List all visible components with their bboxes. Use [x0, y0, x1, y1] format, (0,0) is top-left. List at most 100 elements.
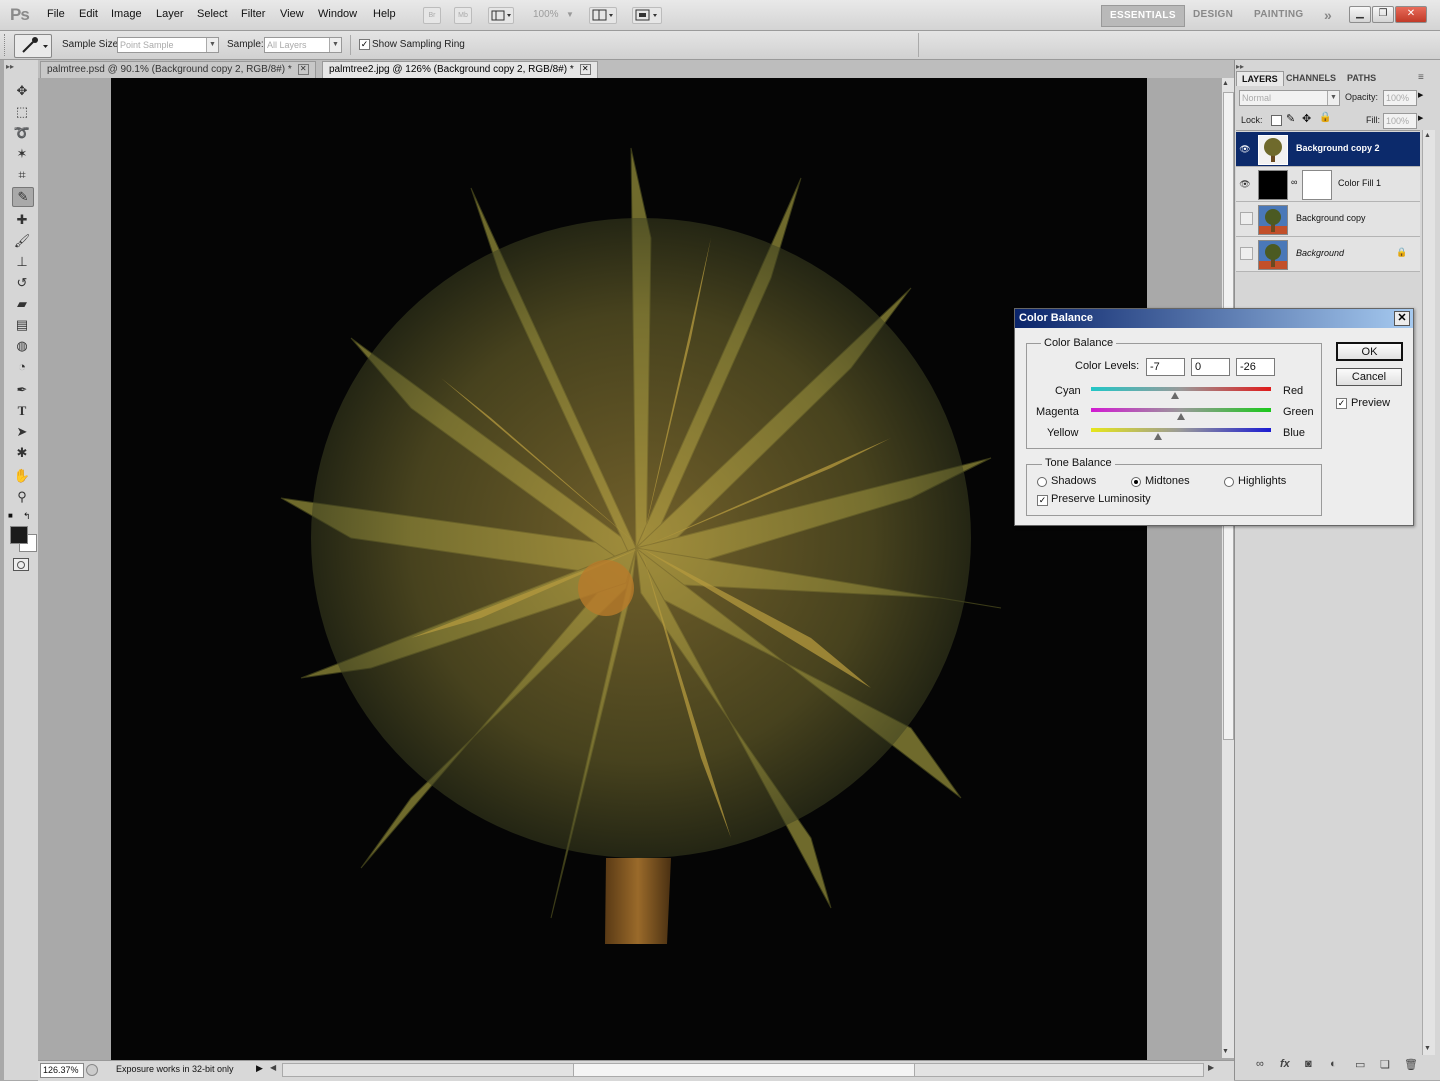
tab-channels[interactable]: CHANNELS: [1281, 71, 1341, 85]
adjustment-layer-icon[interactable]: ◐: [1330, 1058, 1337, 1070]
layer-row-background[interactable]: Background 🔒: [1236, 237, 1420, 272]
midtones-radio[interactable]: [1131, 477, 1141, 487]
crop-tool-icon[interactable]: ⌗: [12, 166, 32, 184]
scroll-down-icon[interactable]: ▼: [1222, 1048, 1229, 1055]
cyan-red-slider-handle[interactable]: [1170, 392, 1179, 399]
eraser-tool-icon[interactable]: ▰: [12, 295, 32, 313]
layer-style-icon[interactable]: fx: [1280, 1058, 1290, 1070]
close-window-button[interactable]: ✕: [1395, 6, 1427, 23]
horizontal-scrollbar[interactable]: [282, 1063, 1204, 1077]
close-icon[interactable]: ✕: [297, 63, 309, 75]
close-icon[interactable]: ✕: [579, 63, 591, 75]
lasso-tool-icon[interactable]: ➰: [12, 124, 32, 142]
menu-edit[interactable]: Edit: [79, 8, 98, 20]
menu-select[interactable]: Select: [197, 8, 228, 20]
document-canvas[interactable]: [111, 78, 1147, 1060]
history-brush-tool-icon[interactable]: ↺: [12, 274, 32, 292]
scroll-right-icon[interactable]: ▶: [1208, 1063, 1214, 1072]
preview-checkbox[interactable]: ✓: [1336, 398, 1347, 409]
panel-menu-icon[interactable]: ≡: [1418, 72, 1424, 83]
hand-tool-icon[interactable]: ✋: [12, 467, 32, 485]
new-layer-icon[interactable]: ❏: [1380, 1058, 1390, 1071]
trash-icon[interactable]: 🗑: [1404, 1058, 1418, 1071]
layer-row-color-fill-1[interactable]: 👁 ∞ Color Fill 1: [1236, 167, 1420, 202]
eye-icon[interactable]: 👁: [1238, 142, 1252, 156]
link-layers-icon[interactable]: ∞: [1256, 1058, 1264, 1070]
marquee-tool-icon[interactable]: ⬚: [12, 103, 32, 121]
yellow-blue-slider-track[interactable]: [1091, 428, 1271, 432]
menu-help[interactable]: Help: [373, 8, 396, 20]
bridge-button[interactable]: Br: [423, 7, 441, 24]
sample-select[interactable]: All Layers ▼: [264, 37, 342, 53]
zoom-field[interactable]: 126.37%: [40, 1063, 84, 1078]
show-sampling-ring-checkbox[interactable]: ✓: [359, 39, 370, 50]
foreground-color-swatch[interactable]: [10, 526, 28, 544]
restore-button[interactable]: ❐: [1372, 6, 1394, 23]
menu-image[interactable]: Image: [111, 8, 142, 20]
eyedropper-tool-icon[interactable]: ✎: [12, 187, 34, 207]
level-yellow-blue-input[interactable]: -26: [1236, 358, 1275, 376]
scroll-up-icon[interactable]: ▲: [1424, 132, 1431, 139]
scroll-down-icon[interactable]: ▼: [1424, 1045, 1431, 1052]
menu-window[interactable]: Window: [318, 8, 357, 20]
blend-mode-select[interactable]: Normal ▼: [1239, 90, 1340, 106]
healing-brush-tool-icon[interactable]: ✚: [12, 211, 32, 229]
magenta-green-slider-handle[interactable]: [1177, 413, 1185, 420]
layer-row-background-copy[interactable]: Background copy: [1236, 202, 1420, 237]
highlights-radio[interactable]: [1224, 477, 1234, 487]
scroll-left-icon[interactable]: ◀: [270, 1063, 276, 1072]
level-cyan-red-input[interactable]: -7: [1146, 358, 1185, 376]
workspace-design[interactable]: DESIGN: [1185, 5, 1241, 25]
menu-filter[interactable]: Filter: [241, 8, 265, 20]
blur-tool-icon[interactable]: ◍: [12, 337, 32, 355]
ok-button[interactable]: OK: [1336, 342, 1403, 361]
level-magenta-green-input[interactable]: 0: [1191, 358, 1230, 376]
gradient-tool-icon[interactable]: ▤: [12, 316, 32, 334]
preserve-luminosity-checkbox[interactable]: ✓: [1037, 495, 1048, 506]
minibridge-button[interactable]: Mb: [454, 7, 472, 24]
menu-file[interactable]: File: [47, 8, 65, 20]
move-tool-icon[interactable]: ✥: [12, 82, 32, 100]
clone-stamp-tool-icon[interactable]: ⊥: [12, 253, 32, 271]
fill-field[interactable]: 100%: [1383, 113, 1417, 129]
minimize-button[interactable]: ▁: [1349, 6, 1371, 23]
tab-palmtree2-jpg[interactable]: palmtree2.jpg @ 126% (Background copy 2,…: [322, 61, 598, 78]
fill-arrow-icon[interactable]: ▶: [1418, 114, 1423, 122]
workspace-painting[interactable]: PAINTING: [1246, 5, 1311, 25]
default-colors-icon[interactable]: ■: [8, 511, 13, 520]
yellow-blue-slider-handle[interactable]: [1153, 433, 1162, 440]
tab-palmtree-psd[interactable]: palmtree.psd @ 90.1% (Background copy 2,…: [40, 61, 316, 78]
opacity-arrow-icon[interactable]: ▶: [1418, 91, 1423, 99]
lock-position-icon[interactable]: ✥: [1302, 112, 1311, 125]
new-group-icon[interactable]: ▭: [1355, 1058, 1365, 1071]
quick-mask-button[interactable]: [13, 558, 29, 571]
menu-layer[interactable]: Layer: [156, 8, 184, 20]
type-tool-icon[interactable]: T: [12, 402, 32, 420]
screen-mode-button[interactable]: [632, 7, 662, 24]
brush-tool-icon[interactable]: 🖌: [12, 232, 32, 250]
opacity-field[interactable]: 100%: [1383, 90, 1417, 106]
swap-colors-icon[interactable]: ↰: [23, 511, 31, 522]
arrange-documents-button[interactable]: [589, 7, 617, 24]
add-mask-icon[interactable]: ◙: [1305, 1058, 1312, 1070]
pen-tool-icon[interactable]: ✒: [12, 381, 32, 399]
zoom-level-menubar[interactable]: 100%: [533, 9, 559, 20]
dialog-close-button[interactable]: ✕: [1394, 311, 1410, 326]
tab-paths[interactable]: PATHS: [1342, 71, 1381, 85]
lock-all-icon[interactable]: 🔒: [1319, 112, 1331, 123]
status-menu-arrow-icon[interactable]: ▶: [256, 1063, 263, 1074]
layers-scrollbar[interactable]: [1422, 130, 1435, 1055]
collapse-icon[interactable]: ▸▸: [1236, 62, 1244, 71]
zoom-tool-icon[interactable]: ⚲: [12, 488, 32, 506]
horizontal-scroll-thumb[interactable]: [573, 1064, 915, 1076]
quick-select-tool-icon[interactable]: ✶: [12, 145, 32, 163]
lock-transparent-icon[interactable]: [1271, 115, 1282, 126]
dodge-tool-icon[interactable]: ◔: [12, 358, 32, 376]
menu-view[interactable]: View: [280, 8, 304, 20]
workspace-essentials[interactable]: ESSENTIALS: [1101, 5, 1185, 27]
path-selection-tool-icon[interactable]: ➤: [12, 423, 32, 441]
eye-icon[interactable]: 👁: [1238, 177, 1252, 191]
tool-preset-picker[interactable]: [14, 34, 52, 58]
scroll-up-icon[interactable]: ▲: [1222, 80, 1229, 87]
lock-pixels-icon[interactable]: ✎: [1286, 112, 1295, 125]
